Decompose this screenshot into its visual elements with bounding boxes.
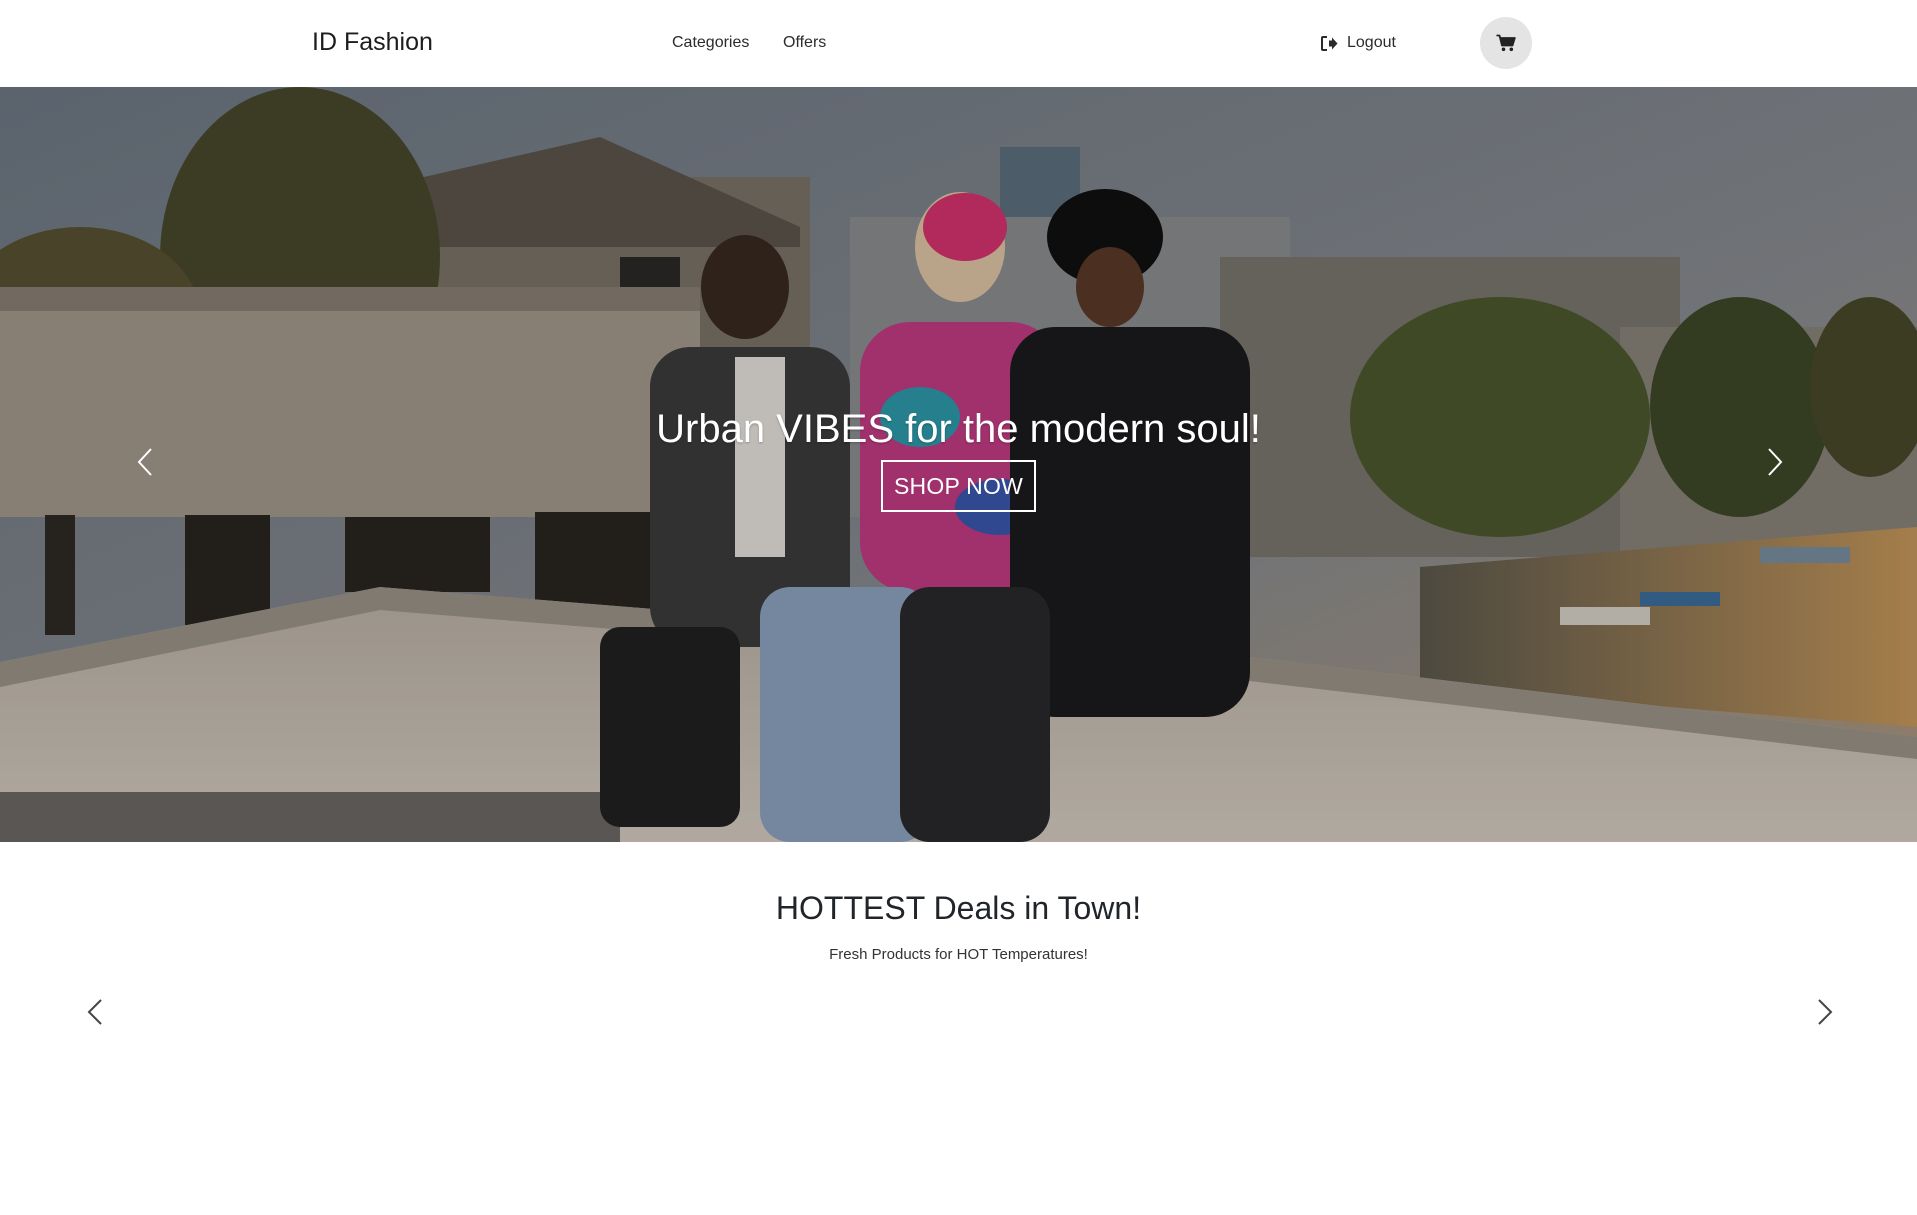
chevron-left-icon (136, 447, 154, 477)
hero-prev-button[interactable] (120, 437, 170, 487)
logout-button[interactable]: Logout (1321, 34, 1396, 52)
logout-label: Logout (1347, 34, 1396, 51)
shop-now-button[interactable]: SHOP NOW (881, 460, 1036, 512)
sign-out-icon (1321, 35, 1338, 51)
shopping-cart-icon (1496, 34, 1516, 52)
deals-subtitle: Fresh Products for HOT Temperatures! (829, 946, 1088, 963)
deals-next-button[interactable] (1810, 995, 1840, 1029)
deals-title: HOTTEST Deals in Town! (775, 890, 1142, 926)
nav-link-categories[interactable]: Categories (672, 34, 749, 52)
cart-button[interactable] (1480, 17, 1532, 69)
hero-carousel: Urban VIBES for the modern soul! SHOP NO… (0, 87, 1917, 842)
brand-logo[interactable]: ID Fashion (312, 28, 433, 57)
deals-prev-button[interactable] (80, 995, 110, 1029)
hero-caption: Urban VIBES for the modern soul! SHOP NO… (0, 407, 1917, 512)
navbar: ID Fashion Categories Offers Logout (0, 0, 1917, 87)
chevron-right-icon (1817, 998, 1833, 1026)
chevron-left-icon (87, 998, 103, 1026)
hero-title: Urban VIBES for the modern soul! (656, 407, 1261, 451)
hero-next-button[interactable] (1750, 437, 1800, 487)
nav-link-offers[interactable]: Offers (783, 34, 826, 52)
chevron-right-icon (1766, 447, 1784, 477)
